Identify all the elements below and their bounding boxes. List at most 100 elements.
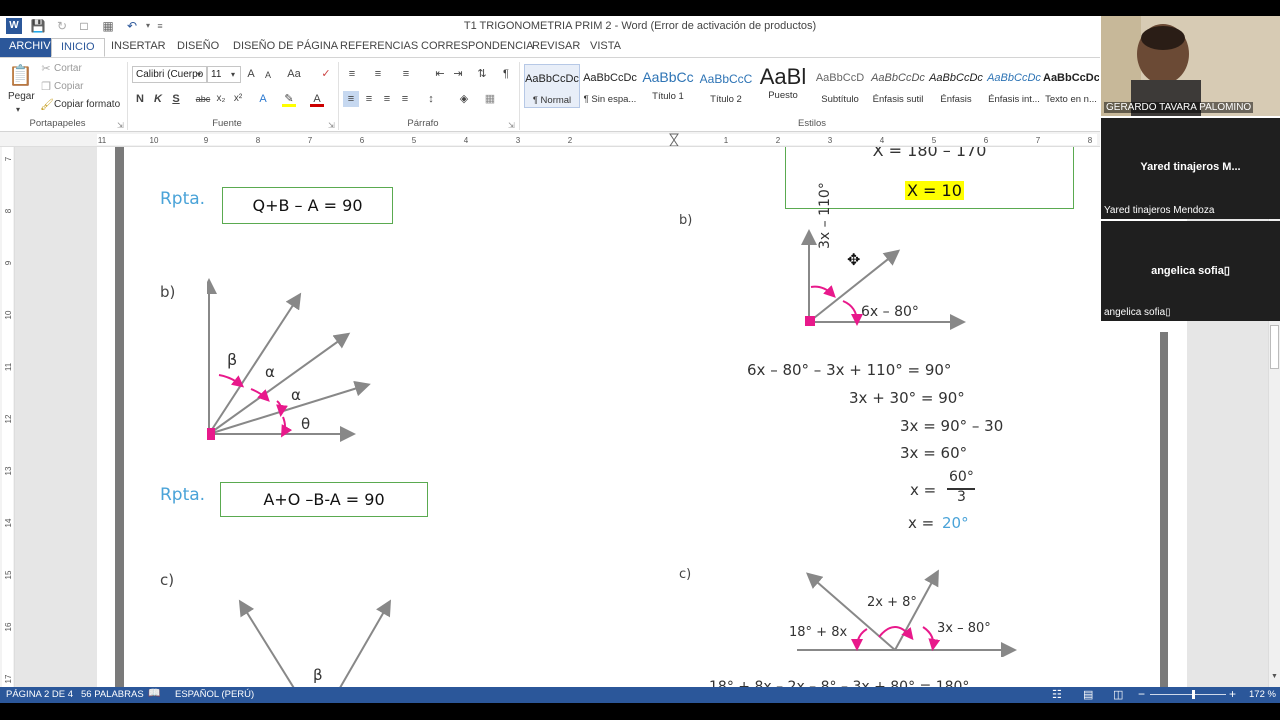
final-prefix: x = (908, 514, 935, 532)
document-area[interactable]: X = 180 – 170 X = 10 Rpta. Q+B – A = 90 … (15, 147, 1268, 687)
align-left-button[interactable]: ≡ (343, 91, 359, 107)
fraction-prefix: x = (910, 481, 937, 499)
font-name-dropdown-icon[interactable]: ▾ (197, 67, 201, 83)
style-preview: AaBbCcDc (929, 72, 983, 84)
paste-button[interactable]: Pegar (8, 91, 35, 102)
zoom-slider-track[interactable] (1150, 694, 1226, 695)
participant-tile-2[interactable]: Yared tinajeros M... Yared tinajeros Men… (1101, 118, 1280, 219)
ruler-number: 16 (4, 622, 13, 631)
participant-name: Yared tinajeros Mendoza (1104, 205, 1215, 216)
change-case-icon[interactable]: Aa (285, 66, 303, 82)
font-name-combo[interactable]: Calibri (Cuerpo (132, 66, 207, 83)
style-preview: AaBbCcC (699, 72, 753, 86)
style-subtitulo[interactable]: AaBbCcD Subtítulo (812, 64, 868, 108)
zoom-in-icon[interactable]: + (1229, 687, 1236, 701)
tab-insertar[interactable]: INSERTAR (102, 38, 175, 57)
style-titulo-2[interactable]: AaBbCcC Título 2 (698, 64, 754, 108)
style-name: Énfasis sutil (872, 94, 924, 105)
ruler-number: 1 (724, 136, 729, 145)
text-effects-icon[interactable]: A (256, 91, 270, 107)
label-2x-8: 2x + 8° (867, 595, 917, 610)
font-size-combo[interactable]: 11 (207, 66, 241, 83)
ruler-number: 8 (256, 136, 261, 145)
format-painter-button[interactable]: Copiar formato (54, 99, 120, 110)
line-spacing-icon[interactable]: ↕ (422, 91, 440, 107)
strikethrough-button[interactable]: abc (195, 91, 211, 107)
style-enfasis[interactable]: AaBbCcDc Énfasis (928, 64, 984, 108)
document-page[interactable]: X = 180 – 170 X = 10 Rpta. Q+B – A = 90 … (97, 147, 1187, 687)
style-titulo-1[interactable]: AaBbCc Título 1 (640, 64, 696, 108)
copy-button[interactable]: Copiar (54, 81, 83, 92)
participant-center-name: Yared tinajeros M... (1140, 161, 1241, 173)
participant-tile-1[interactable]: GERARDO TAVARA PALOMINO (1101, 16, 1280, 116)
ruler-number: 9 (204, 136, 209, 145)
ruler-number: 5 (932, 136, 937, 145)
style-name: ¶ Normal (532, 95, 572, 106)
answer-box-1[interactable]: Q+B – A = 90 (222, 187, 393, 224)
bullets-icon[interactable]: ≡ (344, 66, 360, 82)
scroll-down-icon[interactable]: ▼ (1270, 673, 1279, 683)
label-beta-c: β (313, 666, 323, 684)
read-mode-icon[interactable]: ☷ (1052, 688, 1062, 701)
grow-font-icon[interactable]: A (245, 66, 257, 82)
ribbon: 📋 Pegar ▾ ✂ Cortar ❐ Copiar 🖌 Copiar for… (0, 57, 1100, 132)
shading-icon[interactable]: ◈ (456, 91, 472, 107)
zoom-slider-thumb[interactable] (1192, 690, 1195, 699)
bold-button[interactable]: N (134, 91, 146, 107)
sort-icon[interactable]: ⇅ (474, 66, 490, 82)
horizontal-ruler[interactable]: 11 10 9 8 7 6 5 4 3 2 1 2 3 4 5 6 7 8 (0, 132, 1100, 147)
style-enfasis-intenso[interactable]: AaBbCcDc Énfasis int... (986, 64, 1042, 108)
participant-tile-3[interactable]: angelica sofia▯ angelica sofia▯ (1101, 221, 1280, 321)
italic-button[interactable]: K (152, 91, 164, 107)
underline-button[interactable]: S (170, 91, 182, 107)
vertical-ruler[interactable]: 7 8 9 10 11 12 13 14 15 16 17 (0, 147, 15, 687)
align-right-button[interactable]: ≡ (379, 91, 395, 107)
solution-step-4: 3x = 60° (900, 444, 968, 462)
tab-inicio[interactable]: INICIO (51, 38, 105, 57)
style-preview: AaBbCcDc (583, 72, 637, 84)
subscript-button[interactable]: x₂ (214, 91, 228, 107)
clear-format-icon[interactable]: ✓ (319, 66, 333, 82)
answer-box-2[interactable]: A+O –B-A = 90 (220, 482, 428, 517)
superscript-button[interactable]: x² (231, 91, 245, 107)
label-beta: β (227, 350, 238, 369)
paste-dropdown-icon[interactable]: ▾ (16, 102, 20, 118)
font-size-dropdown-icon[interactable]: ▾ (231, 67, 235, 83)
cut-button[interactable]: Cortar (54, 63, 82, 74)
decrease-indent-icon[interactable]: ⇤ (432, 66, 448, 82)
page-indicator[interactable]: PÁGINA 2 DE 4 (6, 689, 73, 700)
proofing-icon[interactable]: 📖 (148, 688, 160, 699)
style-name: Texto en n... (1045, 94, 1097, 105)
word-count[interactable]: 56 PALABRAS (81, 689, 144, 700)
print-layout-icon[interactable]: ▤ (1083, 688, 1093, 701)
style-enfasis-sutil[interactable]: AaBbCcDc Énfasis sutil (870, 64, 926, 108)
web-layout-icon[interactable]: ◫ (1113, 688, 1123, 701)
style-puesto[interactable]: AaBl Puesto (755, 64, 811, 108)
format-painter-icon: 🖌 (40, 99, 54, 111)
language-indicator[interactable]: ESPAÑOL (PERÚ) (175, 689, 254, 700)
style-sin-espacio[interactable]: AaBbCcDc ¶ Sin espa... (582, 64, 638, 108)
multilevel-list-icon[interactable]: ≡ (398, 66, 414, 82)
shrink-font-icon[interactable]: A (262, 67, 274, 83)
cut-off-equation: 18° + 8x – 2x – 8° – 3x + 80° = 180° (709, 679, 970, 687)
style-texto-en-negrita[interactable]: AaBbCcDc Texto en n... (1043, 64, 1099, 108)
highlight-icon[interactable]: ✎ (282, 91, 296, 107)
tab-diseno-de-pagina[interactable]: DISEÑO DE PÁGINA (224, 38, 347, 57)
paste-icon[interactable]: 📋 (8, 64, 33, 88)
style-normal[interactable]: AaBbCcDc ¶ Normal (524, 64, 580, 108)
ruler-number: 17 (4, 674, 13, 683)
ruler-number: 4 (880, 136, 885, 145)
justify-button[interactable]: ≡ (397, 91, 413, 107)
show-marks-icon[interactable]: ¶ (498, 66, 514, 82)
borders-icon[interactable]: ▦ (482, 91, 498, 107)
font-color-icon[interactable]: A (310, 91, 324, 107)
scrollbar-thumb[interactable] (1270, 325, 1279, 369)
tab-revisar[interactable]: REVISAR (523, 38, 589, 57)
align-center-button[interactable]: ≡ (361, 91, 377, 107)
zoom-level[interactable]: 172 % (1249, 689, 1276, 700)
tab-vista[interactable]: VISTA (581, 38, 630, 57)
tab-diseno[interactable]: DISEÑO (168, 38, 228, 57)
zoom-out-icon[interactable]: − (1138, 687, 1145, 701)
numbering-icon[interactable]: ≡ (370, 66, 386, 82)
increase-indent-icon[interactable]: ⇥ (450, 66, 466, 82)
